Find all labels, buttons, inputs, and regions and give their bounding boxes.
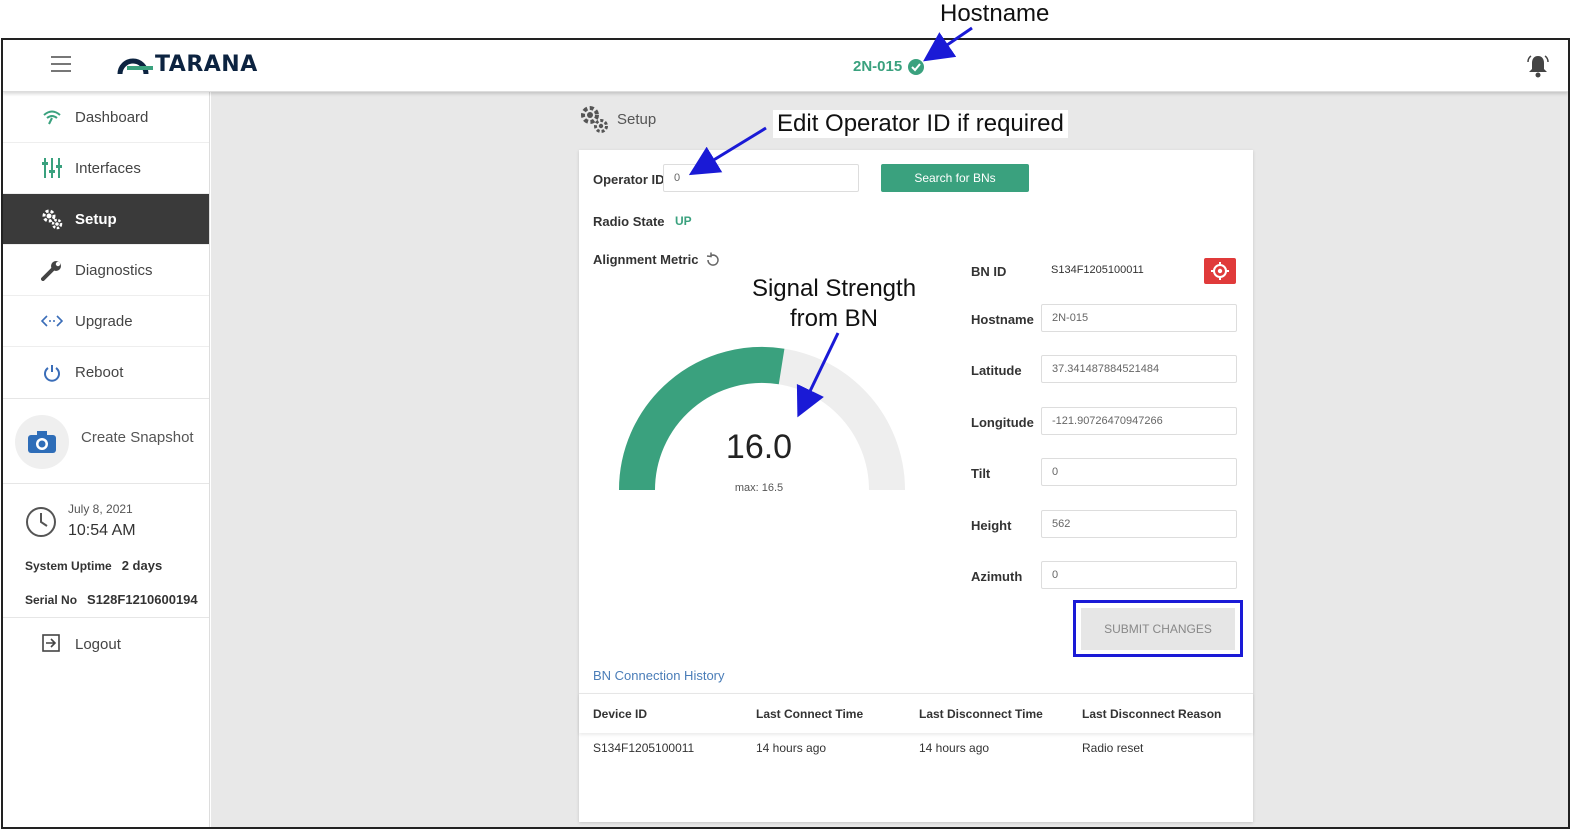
annotation-arrows xyxy=(688,26,973,418)
